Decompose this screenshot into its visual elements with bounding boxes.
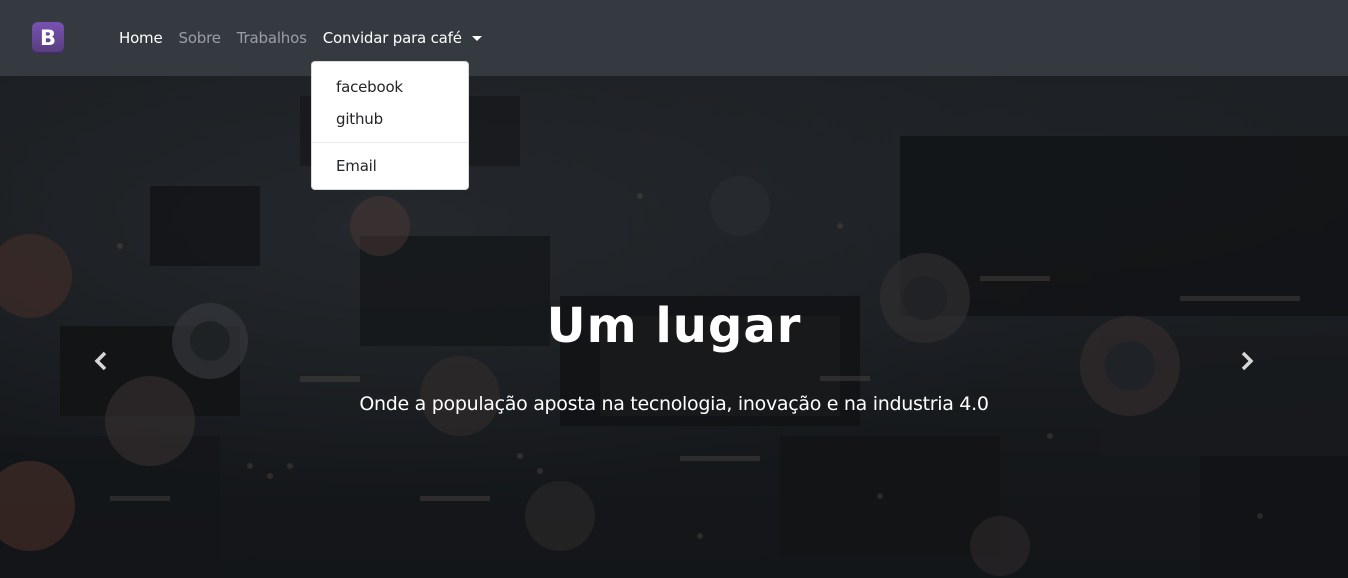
nav-dropdown-toggle[interactable]: Convidar para café <box>315 27 490 49</box>
chevron-right-icon <box>1241 351 1254 371</box>
dropdown-item-facebook[interactable]: facebook <box>312 74 468 106</box>
carousel-prev-button[interactable] <box>86 346 116 376</box>
dropdown-item-github[interactable]: github <box>312 106 468 138</box>
dropdown-divider <box>312 142 468 143</box>
chevron-left-icon <box>94 351 107 371</box>
hero-title: Um lugar <box>546 298 802 354</box>
nav-links: Home Sobre Trabalhos Convidar para café <box>111 27 490 49</box>
nav-dropdown-label: Convidar para café <box>322 29 462 47</box>
carousel-next-button[interactable] <box>1232 346 1262 376</box>
nav-link-trabalhos[interactable]: Trabalhos <box>229 27 315 49</box>
caret-down-icon <box>471 35 482 41</box>
hero-subtitle: Onde a população aposta na tecnologia, i… <box>359 393 989 415</box>
nav-link-sobre[interactable]: Sobre <box>171 27 229 49</box>
hero-carousel: Um lugar Onde a população aposta na tecn… <box>0 76 1348 578</box>
brand-logo[interactable]: B <box>32 22 64 54</box>
nav-link-home[interactable]: Home <box>111 27 171 49</box>
navbar: B Home Sobre Trabalhos Convidar para caf… <box>0 0 1348 76</box>
dropdown-item-email[interactable]: Email <box>312 153 468 185</box>
dropdown-menu: facebook github Email <box>311 61 469 190</box>
